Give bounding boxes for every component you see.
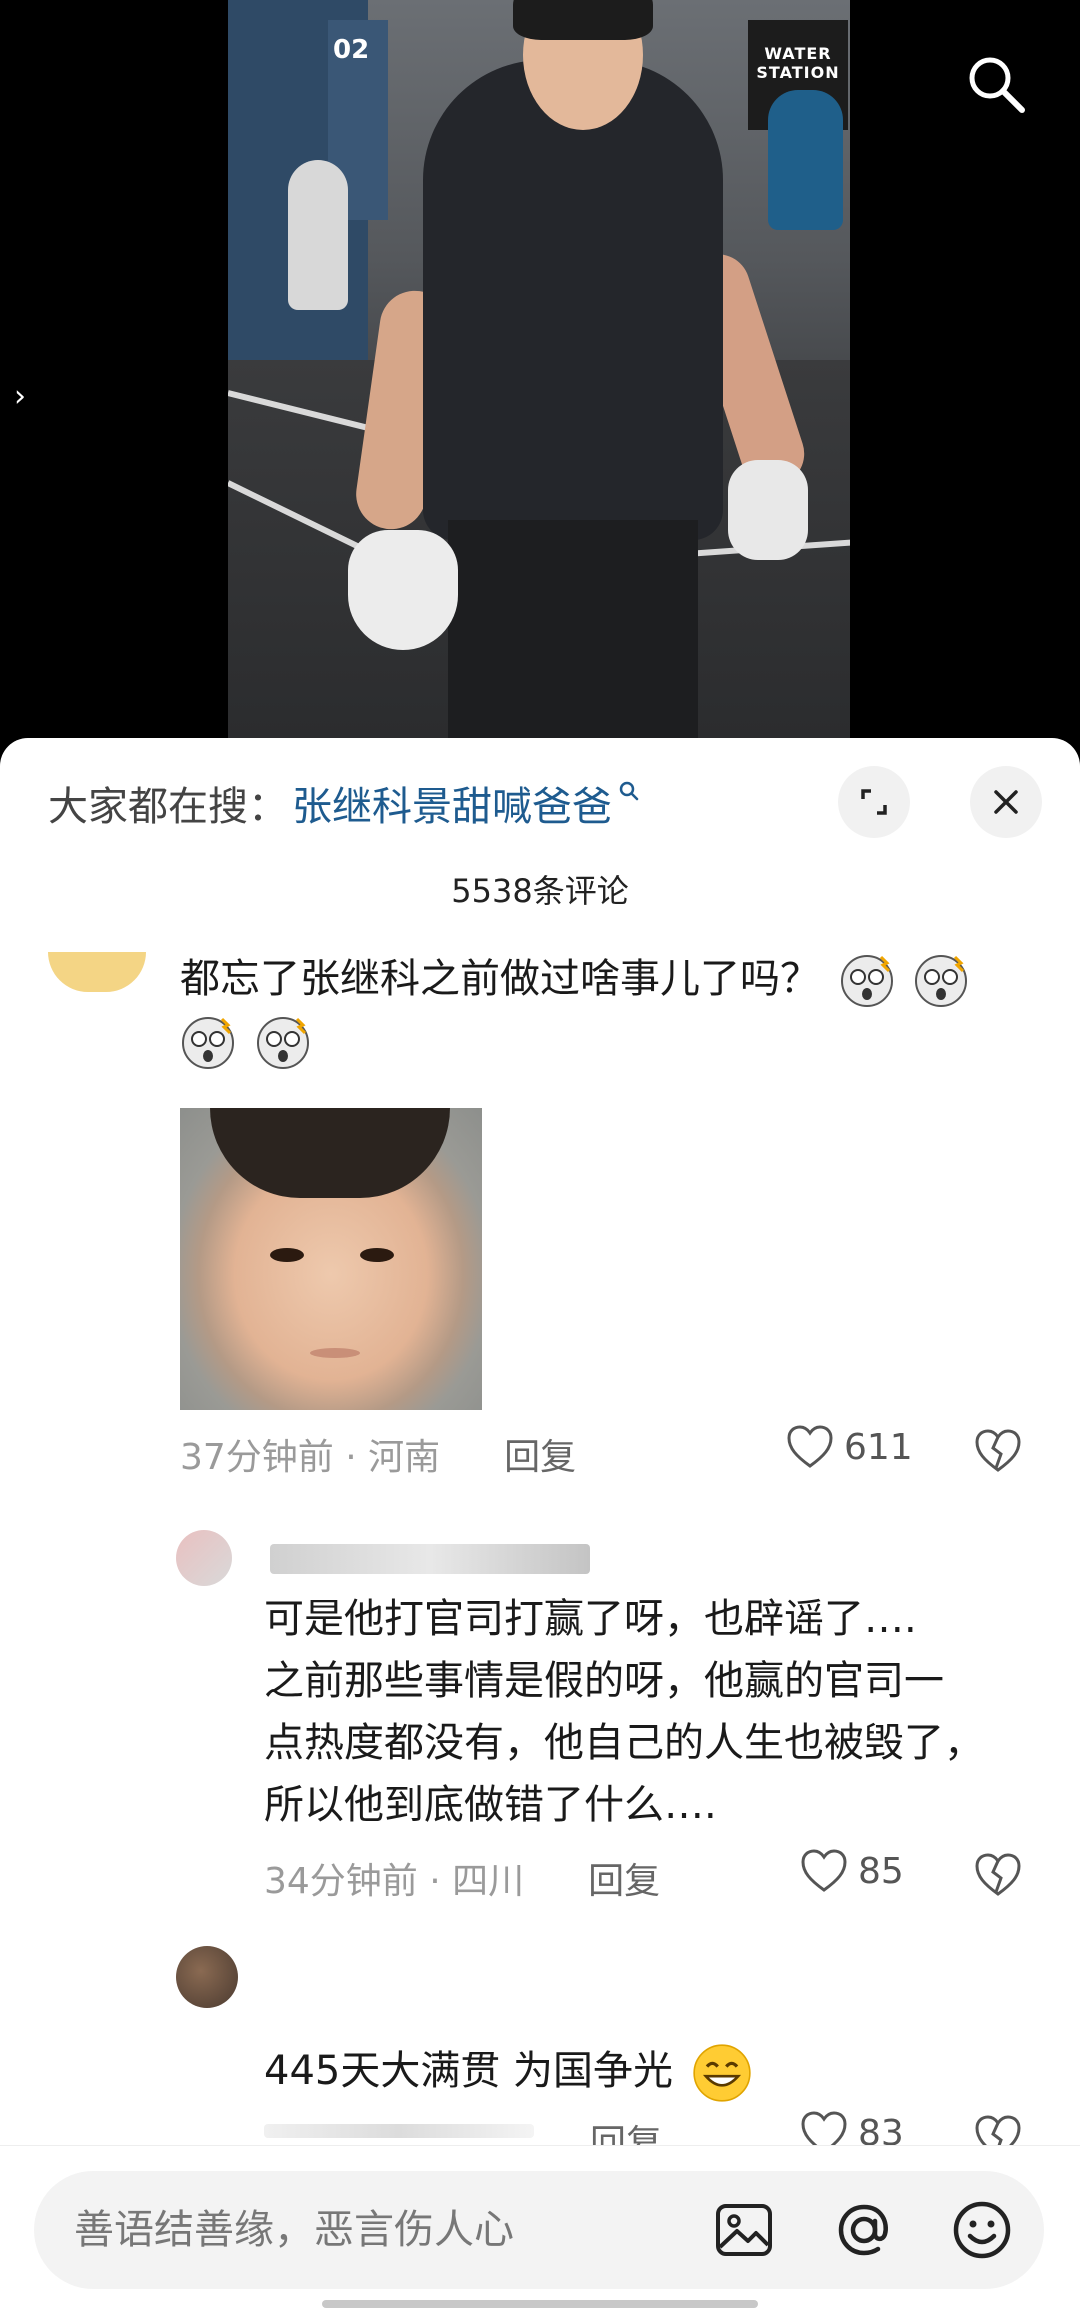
comment-text-line: 可是他打官司打赢了呀，也辟谣了…. bbox=[264, 1596, 917, 1642]
spectator bbox=[768, 90, 843, 230]
heart-icon bbox=[787, 1425, 833, 1468]
home-indicator[interactable] bbox=[322, 2300, 758, 2308]
trending-search[interactable]: 大家都在搜： 张继科景甜喊爸爸 bbox=[48, 770, 640, 836]
reply-button[interactable]: 回复 bbox=[504, 1428, 576, 1480]
like-count: 611 bbox=[844, 1426, 913, 1468]
comment-text: 445天大满贯 为国争光 bbox=[264, 2040, 1064, 2103]
athlete-shirt bbox=[423, 60, 723, 540]
avatar[interactable] bbox=[48, 952, 146, 992]
video-frame[interactable]: 02 WATER STATION bbox=[228, 0, 850, 740]
comment-text-line: 之前那些事情是假的呀，他赢的官司一 bbox=[264, 1658, 944, 1704]
reply-button[interactable]: 回复 bbox=[588, 1852, 660, 1904]
shocked-face-emoji bbox=[840, 955, 893, 1007]
shocked-face-emoji bbox=[182, 1017, 234, 1069]
avatar[interactable] bbox=[176, 1946, 238, 2008]
like-button[interactable]: 85 bbox=[800, 1848, 904, 1894]
eye bbox=[270, 1248, 304, 1262]
mouth bbox=[310, 1348, 360, 1358]
heart-icon bbox=[801, 1849, 847, 1892]
like-count: 85 bbox=[858, 1850, 904, 1892]
grinning-face-emoji bbox=[693, 2044, 751, 2102]
search-icon bbox=[619, 781, 639, 801]
username-blurred bbox=[270, 1544, 590, 1574]
expand-icon bbox=[861, 789, 887, 815]
athlete bbox=[348, 0, 813, 740]
comment-text-line: 都忘了张继科之前做过啥事儿了吗？ bbox=[180, 956, 820, 1002]
comment-text-line: 445天大满贯 为国争光 bbox=[264, 2048, 674, 2094]
comment-input[interactable]: 善语结善缘，恶言伤人心 bbox=[34, 2171, 1044, 2289]
comment-meta: 34分钟前 · 四川 回复 bbox=[264, 1852, 660, 1904]
comment-image[interactable] bbox=[180, 1108, 482, 1410]
avatar[interactable] bbox=[176, 1530, 232, 1586]
meta-blurred bbox=[264, 2124, 534, 2138]
close-icon bbox=[994, 790, 1018, 814]
like-button[interactable]: 611 bbox=[786, 1424, 913, 1470]
image-icon[interactable] bbox=[714, 2200, 774, 2260]
emoji-icon[interactable] bbox=[952, 2200, 1012, 2260]
broken-heart-icon[interactable] bbox=[974, 1428, 1022, 1474]
athlete-pants bbox=[448, 520, 698, 740]
at-icon[interactable] bbox=[834, 2200, 894, 2260]
video-player[interactable]: 02 WATER STATION › bbox=[0, 0, 1080, 740]
comment-text: 都忘了张继科之前做过啥事儿了吗？ bbox=[180, 948, 1040, 1072]
athlete-glove bbox=[728, 460, 808, 560]
comment-input-bar: 善语结善缘，恶言伤人心 bbox=[0, 2145, 1080, 2312]
expand-button[interactable] bbox=[838, 766, 910, 838]
shocked-face-emoji bbox=[256, 1017, 309, 1069]
comment-text-line: 所以他到底做错了什么…. bbox=[264, 1782, 717, 1828]
close-button[interactable] bbox=[970, 766, 1042, 838]
comment-sheet: 大家都在搜： 张继科景甜喊爸爸 5538条评论 都忘了张继科之前做过啥事儿了吗？ bbox=[0, 738, 1080, 2312]
comment-meta: 37分钟前 · 河南 回复 bbox=[180, 1428, 576, 1480]
athlete-hair bbox=[513, 0, 653, 40]
spectator bbox=[288, 160, 348, 310]
hair bbox=[210, 1108, 450, 1198]
trending-search-term[interactable]: 张继科景甜喊爸爸 bbox=[292, 774, 612, 832]
eye bbox=[360, 1248, 394, 1262]
comment-input-placeholder: 善语结善缘，恶言伤人心 bbox=[74, 2207, 514, 2253]
athlete-glove bbox=[348, 530, 458, 650]
comment-text: 可是他打官司打赢了呀，也辟谣了…. 之前那些事情是假的呀，他赢的官司一 点热度都… bbox=[264, 1588, 1064, 1836]
trending-search-prefix: 大家都在搜： bbox=[48, 784, 288, 830]
broken-heart-icon[interactable] bbox=[974, 1852, 1022, 1898]
comment-count: 5538条评论 bbox=[451, 872, 629, 910]
shocked-face-emoji bbox=[915, 955, 968, 1007]
comment-time-location: 37分钟前 · 河南 bbox=[180, 1437, 441, 1478]
comment-time-location: 34分钟前 · 四川 bbox=[264, 1861, 525, 1902]
search-icon[interactable] bbox=[960, 48, 1032, 120]
chevron-right-icon[interactable]: › bbox=[14, 380, 38, 414]
comment-text-line: 点热度都没有，他自己的人生也被毁了， bbox=[264, 1720, 984, 1766]
